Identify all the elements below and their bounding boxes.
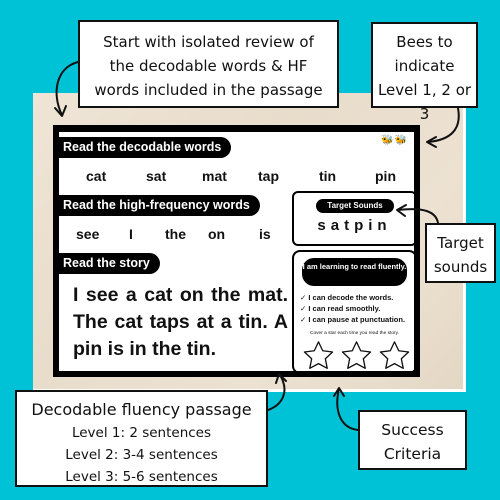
high-frequency-words-heading: Read the high-frequency words (59, 195, 260, 216)
callout-line: Criteria (383, 445, 442, 463)
decodable-word: sat (146, 168, 167, 184)
decodable-word: mat (202, 168, 227, 184)
callout-line: words included in the passage (94, 81, 323, 99)
callout-line: Level 1, 2 or 3 (377, 81, 472, 123)
callout-line: Target (437, 234, 484, 252)
callout-line: indicate (394, 57, 455, 75)
level-bees: 🐝🐝 (381, 135, 408, 146)
star-icon[interactable] (340, 340, 373, 370)
fluency-worksheet: 🐝🐝 Read the decodable words cat sat mat … (53, 125, 420, 377)
copyright-text: © Mrs Learning Bee (380, 368, 412, 372)
bee-icon: 🐝 (381, 135, 395, 146)
callout-line: Start with isolated review of (103, 33, 314, 51)
star-tracker (302, 340, 411, 370)
decodable-words-heading: Read the decodable words (59, 137, 232, 158)
bee-icon: 🐝 (394, 135, 408, 146)
callout-line: the decodable words & HF (109, 57, 308, 75)
cover-star-instruction: Cover a star each time you read the stor… (310, 331, 399, 336)
callout-line: sounds (433, 258, 488, 276)
callout-line: Success (381, 421, 444, 439)
hf-word: the (165, 226, 186, 242)
decodable-word: cat (86, 168, 107, 184)
callout-level-line: Level 1: 2 sentences (71, 425, 212, 441)
decodable-word: pin (375, 168, 396, 184)
success-criteria-list: I can decode the words. I can read smoot… (300, 292, 405, 325)
callout-bees-level: Bees to indicate Level 1, 2 or 3 (371, 22, 478, 123)
callout-fluency-passage: Decodable fluency passage Level 1: 2 sen… (15, 390, 268, 487)
criteria-item: I can read smoothly. (300, 303, 405, 314)
star-icon[interactable] (378, 340, 411, 370)
hf-word: I (129, 226, 133, 242)
callout-title: Decodable fluency passage (31, 400, 252, 419)
star-icon[interactable] (302, 340, 335, 370)
success-criteria-heading: I am learning to read fluently. (302, 258, 407, 286)
callout-level-line: Level 3: 5-6 sentences (65, 469, 218, 485)
hf-word: on (208, 226, 226, 242)
target-sounds-heading: Target Sounds (316, 199, 394, 213)
callout-success-criteria: Success Criteria (358, 410, 467, 470)
story-heading: Read the story (59, 253, 160, 274)
criteria-item: I can pause at punctuation. (300, 314, 405, 325)
callout-line: Bees to (396, 33, 453, 51)
callout-isolated-review: Start with isolated review of the decoda… (78, 20, 339, 108)
decodable-word: tap (258, 168, 279, 184)
decodable-word: tin (319, 168, 337, 184)
arrow-criteria (336, 388, 359, 431)
callout-target-sounds: Target sounds (425, 223, 496, 283)
hf-word: see (76, 226, 100, 242)
callout-level-line: Level 2: 3-4 sentences (65, 447, 218, 463)
story-passage: I see a cat on the mat. The cat taps at … (73, 284, 288, 360)
hf-word: is (259, 226, 271, 242)
target-sounds-letters: satpin (317, 217, 392, 234)
success-criteria-box: I am learning to read fluently. I can de… (292, 250, 414, 371)
target-sounds-box: Target Sounds satpin (292, 191, 414, 246)
criteria-item: I can decode the words. (300, 292, 405, 303)
